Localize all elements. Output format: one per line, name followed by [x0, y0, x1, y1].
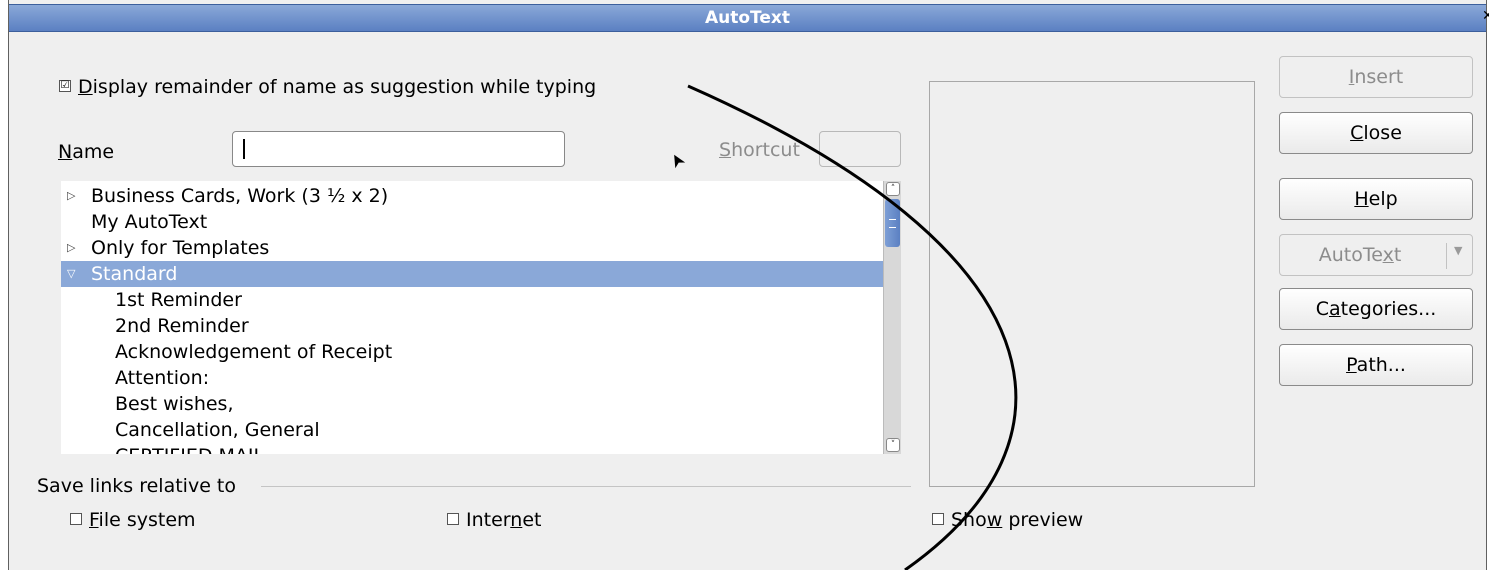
- tree-item[interactable]: Best wishes,: [61, 391, 883, 417]
- scroll-up-icon[interactable]: ˄: [886, 182, 900, 196]
- tree-item-label: Acknowledgement of Receipt: [115, 341, 393, 363]
- name-label-text: ame: [72, 141, 115, 163]
- tree-item[interactable]: Cancellation, General: [61, 417, 883, 443]
- file-system-label: ile system: [98, 509, 196, 531]
- categories-label-rest: tegories...: [1340, 298, 1437, 320]
- tree-item[interactable]: ▽ Standard: [61, 261, 883, 287]
- help-button[interactable]: Help: [1279, 178, 1473, 220]
- tree-item[interactable]: Acknowledgement of Receipt: [61, 339, 883, 365]
- file-system-mnemonic: F: [89, 509, 99, 531]
- scroll-thumb[interactable]: [885, 199, 900, 247]
- checkbox-unchecked-icon[interactable]: [447, 512, 459, 525]
- tree-item[interactable]: 2nd Reminder: [61, 313, 883, 339]
- internet-checkbox[interactable]: Internet: [447, 509, 541, 531]
- window-close-icon[interactable]: ✕: [1482, 10, 1489, 22]
- tree-item[interactable]: My AutoText: [61, 209, 883, 235]
- shortcut-label-text: hortcut: [731, 139, 800, 161]
- tree-item-label: Standard: [91, 263, 178, 285]
- insert-button[interactable]: Insert: [1279, 56, 1473, 98]
- show-preview-mnemonic: w: [986, 509, 1003, 531]
- tree-item-label: Cancellation, General: [115, 419, 320, 441]
- internet-mnemonic: n: [510, 509, 523, 531]
- autotext-button-label: AutoText: [1280, 235, 1440, 275]
- autotext-label-pre: AutoTe: [1318, 244, 1383, 266]
- name-mnemonic: N: [58, 141, 73, 163]
- collapsed-arrow-icon[interactable]: ▷: [67, 235, 75, 261]
- autotext-dialog: AutoText ☑ Display remainder of name as s…: [8, 0, 1487, 570]
- scroll-down-icon[interactable]: ˅: [886, 438, 900, 452]
- mouse-pointer-icon: ➤: [664, 148, 691, 173]
- checkbox-checked-icon[interactable]: ☑: [59, 79, 71, 92]
- shortcut-label: Shortcut: [719, 139, 800, 161]
- collapsed-arrow-icon[interactable]: ▷: [67, 183, 75, 209]
- file-system-checkbox[interactable]: File system: [70, 509, 196, 531]
- tree-item-label: My AutoText: [91, 211, 208, 233]
- checkbox-unchecked-icon[interactable]: [70, 512, 82, 525]
- name-input[interactable]: [232, 131, 565, 167]
- internet-label-pre: Inter: [466, 509, 511, 531]
- shortcut-input[interactable]: [819, 131, 901, 167]
- shortcut-mnemonic: S: [719, 139, 732, 161]
- help-label: elp: [1368, 188, 1398, 210]
- insert-label: nsert: [1354, 66, 1404, 88]
- save-links-separator: [261, 486, 911, 487]
- help-mnemonic: H: [1354, 188, 1369, 210]
- tree-item[interactable]: ▷ Only for Templates: [61, 235, 883, 261]
- close-mnemonic: C: [1350, 122, 1364, 144]
- path-mnemonic: P: [1346, 354, 1357, 376]
- text-caret: [243, 139, 245, 159]
- display-remainder-label: isplay remainder of name as suggestion w…: [92, 76, 597, 98]
- tree-item-label: 2nd Reminder: [115, 315, 249, 337]
- tree-item[interactable]: CERTIFIED MAIL: [61, 443, 883, 454]
- dropdown-arrow-icon[interactable]: ▼: [1454, 244, 1462, 257]
- autotext-mnemonic: x: [1382, 244, 1394, 266]
- display-remainder-checkbox[interactable]: ☑ Display remainder of name as suggestion…: [59, 76, 596, 98]
- show-preview-label-rest: preview: [1002, 509, 1084, 531]
- tree-item-label: Only for Templates: [91, 237, 270, 259]
- categories-button[interactable]: Categories...: [1279, 288, 1473, 330]
- autotext-tree[interactable]: ▷ Business Cards, Work (3 ½ x 2) My AutoTe…: [61, 181, 901, 454]
- close-button[interactable]: Close: [1279, 112, 1473, 154]
- dialog-title: AutoText: [704, 8, 791, 28]
- autotext-button-separator: [1446, 243, 1447, 269]
- tree-scrollbar[interactable]: ˄ ˅: [883, 181, 901, 454]
- close-label: lose: [1363, 122, 1402, 144]
- tree-item-label: Best wishes,: [115, 393, 234, 415]
- expanded-arrow-icon[interactable]: ▽: [67, 261, 75, 287]
- show-preview-label-pre: Sho: [951, 509, 987, 531]
- preview-pane: [929, 81, 1255, 487]
- categories-mnemonic: a: [1329, 298, 1341, 320]
- save-links-heading: Save links relative to: [37, 475, 236, 497]
- tree-item-label: CERTIFIED MAIL: [115, 443, 264, 454]
- autotext-menu-button[interactable]: AutoText ▼: [1279, 234, 1473, 276]
- tree-item[interactable]: ▷ Business Cards, Work (3 ½ x 2): [61, 183, 883, 209]
- tree-item-label: Attention:: [115, 367, 210, 389]
- show-preview-checkbox[interactable]: Show preview: [932, 509, 1083, 531]
- internet-label-rest: et: [522, 509, 542, 531]
- path-button[interactable]: Path...: [1279, 344, 1473, 386]
- categories-label-pre: C: [1315, 298, 1329, 320]
- display-remainder-mnemonic: D: [78, 76, 93, 98]
- tree-item[interactable]: 1st Reminder: [61, 287, 883, 313]
- dialog-title-bar[interactable]: AutoText: [9, 4, 1486, 32]
- tree-item-label: Business Cards, Work (3 ½ x 2): [91, 185, 389, 207]
- tree-item[interactable]: Attention:: [61, 365, 883, 391]
- checkbox-unchecked-icon[interactable]: [932, 512, 944, 525]
- autotext-label-rest: t: [1393, 244, 1402, 266]
- path-label: ath...: [1356, 354, 1406, 376]
- scroll-grip-icon: [889, 219, 896, 228]
- name-label: Name: [58, 141, 114, 163]
- tree-item-label: 1st Reminder: [115, 289, 242, 311]
